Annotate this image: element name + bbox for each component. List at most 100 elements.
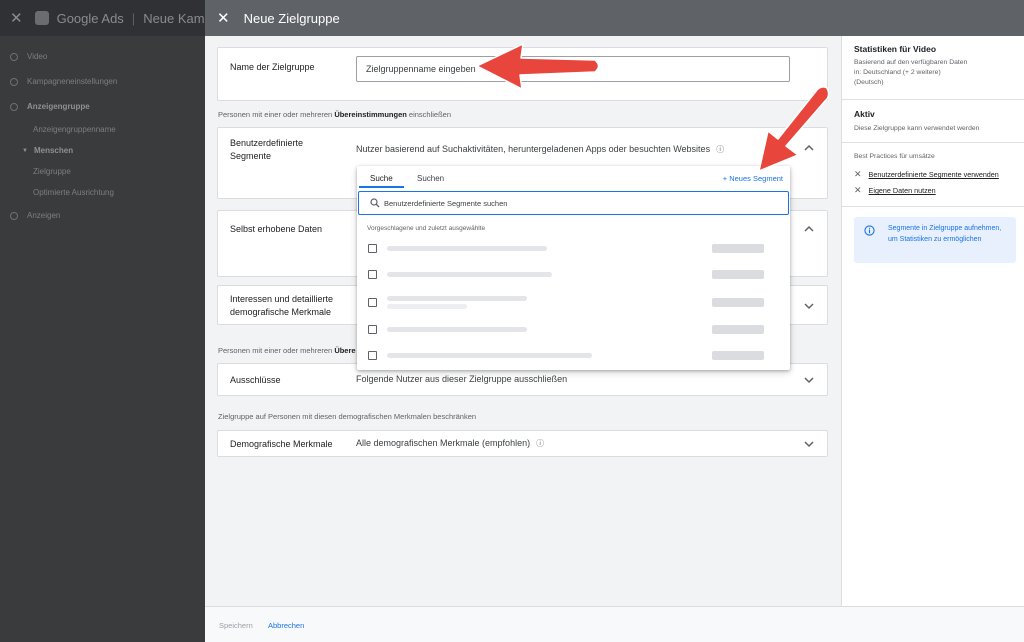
- checkbox[interactable]: [368, 298, 377, 307]
- exclude-section-text: Personen mit einer oder mehreren: [218, 346, 335, 355]
- segment-search-input[interactable]: [358, 191, 789, 215]
- blurred-segment-detail: [387, 304, 467, 309]
- custom-segments-description: Nutzer basierend auf Suchaktivitäten, he…: [356, 144, 724, 155]
- cancel-button[interactable]: Abbrechen: [268, 621, 304, 630]
- background-nav-item: Anzeigengruppe: [0, 94, 205, 119]
- demographics-description: Alle demografischen Merkmale (empfohlen)…: [356, 438, 544, 449]
- caret-down-icon: ▼: [22, 147, 28, 154]
- custom-segments-label-line: Benutzerdefinierte: [230, 138, 304, 148]
- background-nav-label: Video: [27, 52, 48, 61]
- background-nav-item: ▼ Menschen: [0, 140, 205, 161]
- tab-search[interactable]: Suche: [370, 174, 393, 183]
- statistics-line: Basierend auf den verfügbaren Daten: [854, 59, 968, 66]
- list-item[interactable]: [357, 290, 790, 316]
- chevron-down-icon[interactable]: [803, 374, 815, 386]
- blurred-segment-size: [712, 325, 764, 334]
- background-nav-item: Zielgruppe: [0, 161, 205, 182]
- best-practice-item: ✕ Eigene Daten nutzen: [854, 185, 936, 196]
- status-icon: [10, 211, 18, 220]
- exclusions-label: Ausschlüsse: [230, 375, 281, 385]
- demographics-section-label: Zielgruppe auf Personen mit diesen demog…: [218, 412, 477, 421]
- video-icon: [10, 52, 18, 61]
- close-icon[interactable]: ✕: [217, 9, 230, 27]
- divider: [842, 206, 1024, 207]
- modal-footer: Speichern Abbrechen: [205, 606, 1024, 642]
- audience-name-input[interactable]: [356, 56, 790, 82]
- modal-header: ✕ Neue Zielgruppe: [205, 0, 1024, 36]
- demographics-card[interactable]: Demografische Merkmale Alle demografisch…: [217, 430, 828, 457]
- interests-label-line: Interessen und detaillierte: [230, 294, 334, 304]
- best-practice-link[interactable]: Eigene Daten nutzen: [869, 186, 936, 195]
- background-divider: |: [131, 10, 136, 26]
- checkbox[interactable]: [368, 244, 377, 253]
- custom-segments-value: Nutzer basierend auf Suchaktivitäten, he…: [356, 144, 711, 154]
- suggested-hint: Vorgeschlagene und zuletzt ausgewählte: [367, 225, 486, 232]
- background-nav-item: Video: [0, 44, 205, 69]
- interests-label: Interessen und detaillierte demografische…: [230, 293, 333, 319]
- help-icon[interactable]: ⓘ: [716, 145, 724, 154]
- statistics-line: (Deutsch): [854, 79, 884, 86]
- blurred-segment-size: [712, 351, 764, 360]
- blurred-segment-name: [387, 296, 527, 301]
- include-section-text: einschließen: [406, 110, 452, 119]
- new-segment-button[interactable]: + Neues Segment: [723, 174, 783, 183]
- close-icon[interactable]: ✕: [854, 169, 862, 180]
- background-nav-item: Optimierte Ausrichtung: [0, 182, 205, 203]
- background-nav-label: Anzeigengruppenname: [33, 125, 116, 134]
- include-section-bold: Übereinstimmungen: [334, 110, 407, 119]
- dropdown-tabs: Suche Suchen + Neues Segment: [357, 166, 790, 188]
- status-text: Diese Zielgruppe kann verwendet werden: [854, 125, 980, 132]
- blurred-segment-name: [387, 272, 552, 277]
- checkbox[interactable]: [368, 325, 377, 334]
- info-box: Segmente in Zielgruppe aufnehmen, um Sta…: [854, 217, 1016, 263]
- list-item[interactable]: [357, 343, 790, 369]
- blurred-segment-name: [387, 246, 547, 251]
- background-nav-label: Anzeigen: [27, 211, 61, 220]
- tab-browse[interactable]: Suchen: [417, 174, 444, 183]
- best-practice-link[interactable]: Benutzerdefinierte Segmente verwenden: [869, 170, 999, 179]
- checkbox[interactable]: [368, 270, 377, 279]
- status-icon: [10, 102, 18, 111]
- list-item[interactable]: [357, 236, 790, 262]
- list-item[interactable]: [357, 262, 790, 288]
- blurred-segment-size: [712, 298, 764, 307]
- audience-name-label: Name der Zielgruppe: [230, 62, 315, 72]
- background-nav-item: Anzeigen: [0, 203, 205, 228]
- statistics-line: in: Deutschland (+ 2 weitere): [854, 69, 941, 76]
- chevron-down-icon[interactable]: [803, 300, 815, 312]
- modal-title: Neue Zielgruppe: [243, 10, 340, 26]
- background-close-icon: ✕: [10, 10, 23, 27]
- exclude-section-label: Personen mit einer oder mehreren Übere: [218, 346, 356, 355]
- background-app-name: Google Ads: [56, 10, 124, 26]
- blurred-segment-size: [712, 270, 764, 279]
- demographics-label: Demografische Merkmale: [230, 439, 333, 449]
- google-ads-logo-icon: [34, 11, 49, 25]
- status-icon: [10, 77, 18, 86]
- background-nav-item: Anzeigengruppenname: [0, 119, 205, 140]
- status-block: Aktiv Diese Zielgruppe kann verwendet we…: [854, 109, 1014, 134]
- blurred-segment-name: [387, 327, 527, 332]
- statistics-block: Statistiken für Video Basierend auf den …: [854, 44, 1014, 88]
- chevron-up-icon[interactable]: [803, 142, 815, 154]
- chevron-down-icon[interactable]: [803, 438, 815, 450]
- save-button[interactable]: Speichern: [219, 621, 253, 630]
- exclude-section-bold: Übere: [334, 346, 356, 355]
- exclusions-value: Folgende Nutzer aus dieser Zielgruppe au…: [356, 374, 568, 384]
- status-title: Aktiv: [854, 109, 875, 119]
- own-data-label: Selbst erhobene Daten: [230, 224, 323, 234]
- active-tab-indicator: [359, 186, 404, 188]
- list-item[interactable]: [357, 317, 790, 343]
- help-icon[interactable]: ⓘ: [536, 439, 544, 448]
- close-icon[interactable]: ✕: [854, 185, 862, 196]
- include-section-text: Personen mit einer oder mehreren: [218, 110, 335, 119]
- background-sidebar: Video Kampagneneinstellungen Anzeigengru…: [0, 36, 205, 642]
- background-nav-label: Zielgruppe: [33, 167, 71, 176]
- background-nav-label: Kampagneneinstellungen: [27, 77, 118, 86]
- info-icon: [864, 225, 875, 236]
- chevron-up-icon[interactable]: [803, 223, 815, 235]
- custom-segments-label: Benutzerdefinierte Segmente: [230, 137, 303, 163]
- include-section-label: Personen mit einer oder mehreren Überein…: [218, 110, 451, 119]
- audience-name-card: Name der Zielgruppe: [217, 47, 828, 101]
- checkbox[interactable]: [368, 351, 377, 360]
- background-nav-label: Menschen: [33, 146, 74, 155]
